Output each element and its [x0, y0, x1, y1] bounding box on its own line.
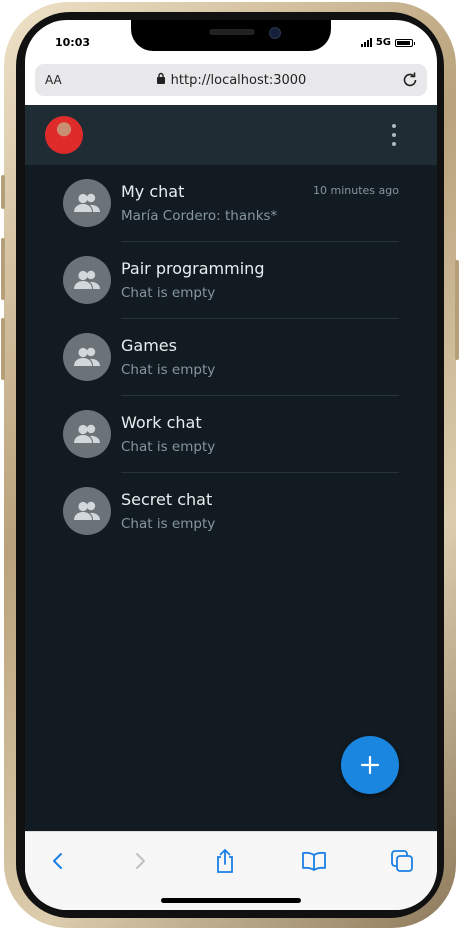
power-button — [455, 260, 459, 360]
chat-list-item[interactable]: Games Chat is empty — [25, 319, 437, 396]
app-header — [25, 105, 437, 165]
chat-list-item[interactable]: My chat 10 minutes ago María Cordero: th… — [25, 165, 437, 242]
book-icon[interactable] — [299, 847, 329, 875]
chat-last-message: Chat is empty — [121, 285, 216, 301]
chat-name: Work chat — [121, 413, 202, 432]
chevron-left-icon[interactable] — [43, 847, 73, 875]
network-label: 5G — [375, 37, 391, 48]
status-indicators: 5G — [360, 37, 415, 48]
chat-list-item[interactable]: Pair programming Chat is empty — [25, 242, 437, 319]
chat-app: My chat 10 minutes ago María Cordero: th… — [25, 105, 437, 831]
url-text: http://localhost:3000 — [170, 72, 307, 88]
plus-icon — [360, 755, 380, 775]
group-icon — [63, 410, 111, 458]
screen: 10:03 5G AA http://localhost:3000 My cha… — [25, 20, 437, 910]
chat-list-item[interactable]: Secret chat Chat is empty — [25, 473, 437, 550]
silent-switch — [1, 175, 5, 209]
home-indicator — [161, 898, 301, 903]
chat-list-item[interactable]: Work chat Chat is empty — [25, 396, 437, 473]
lock-icon — [156, 72, 166, 88]
battery-level — [397, 40, 410, 45]
group-icon — [63, 179, 111, 227]
chat-list: My chat 10 minutes ago María Cordero: th… — [25, 165, 437, 550]
reload-icon[interactable] — [401, 70, 419, 94]
chevron-right-icon[interactable] — [125, 847, 155, 875]
status-time: 10:03 — [55, 36, 91, 49]
chat-name: My chat — [121, 182, 185, 201]
chat-last-message: Chat is empty — [121, 439, 216, 455]
volume-down-button — [1, 318, 5, 380]
speaker — [209, 29, 255, 35]
more-vertical-icon[interactable] — [391, 124, 397, 146]
front-camera — [269, 27, 281, 39]
share-icon[interactable] — [210, 847, 240, 875]
tabs-icon[interactable] — [387, 847, 417, 875]
new-chat-button[interactable] — [341, 736, 399, 794]
chat-last-message: Chat is empty — [121, 516, 216, 532]
chat-name: Games — [121, 336, 177, 355]
chat-name: Secret chat — [121, 490, 213, 509]
user-avatar[interactable] — [45, 116, 83, 154]
address-bar[interactable]: AA http://localhost:3000 — [35, 64, 427, 96]
group-icon — [63, 333, 111, 381]
url-display[interactable]: http://localhost:3000 — [35, 72, 427, 88]
group-icon — [63, 487, 111, 535]
chat-last-message: Chat is empty — [121, 362, 216, 378]
chat-last-message: María Cordero: thanks* — [121, 208, 278, 224]
volume-up-button — [1, 238, 5, 300]
group-icon — [63, 256, 111, 304]
chat-name: Pair programming — [121, 259, 265, 278]
notch — [131, 20, 331, 51]
battery-icon — [395, 38, 415, 47]
chat-time: 10 minutes ago — [313, 184, 399, 197]
signal-icon — [360, 38, 372, 47]
